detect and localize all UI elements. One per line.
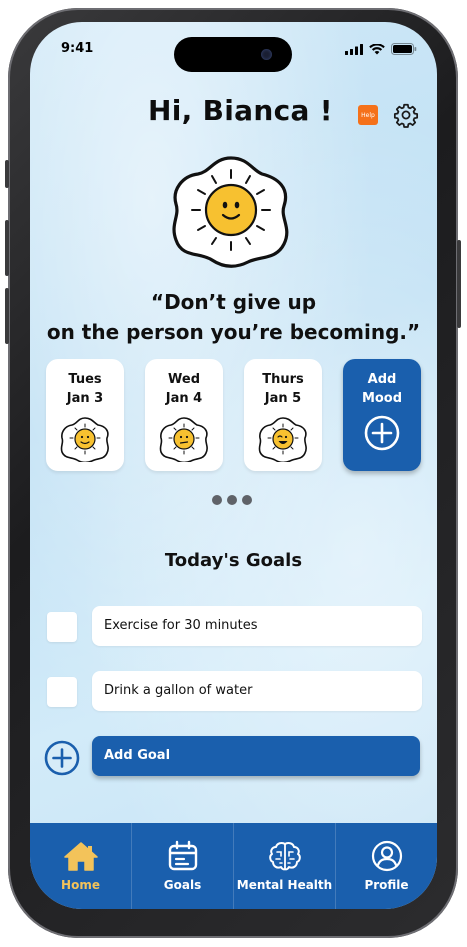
plus-circle-icon xyxy=(364,415,400,451)
goals-section-title: Today's Goals xyxy=(164,550,303,571)
status-icons xyxy=(345,43,417,55)
mood-card-date: Jan 3 xyxy=(66,391,104,406)
signal-icon xyxy=(345,43,363,55)
camera-icon xyxy=(261,49,272,60)
home-icon xyxy=(63,842,98,871)
goal-item[interactable]: Drink a gallon of water xyxy=(92,671,422,711)
winking-egg-icon xyxy=(258,417,307,462)
tab-mental-health-label: Mental Health xyxy=(236,878,333,892)
tab-home-label: Home xyxy=(61,878,100,892)
mood-card[interactable]: Wed Jan 4 xyxy=(145,359,223,471)
mood-card-date: Jan 5 xyxy=(264,391,302,406)
volume-up-button xyxy=(5,220,9,276)
mood-card-label: Wed Jan 4 xyxy=(145,370,223,408)
quote-line-2: on the person you’re becoming.” xyxy=(46,320,421,344)
wifi-icon xyxy=(369,43,385,54)
add-mood-line-1: Add xyxy=(367,372,397,387)
add-goal-label: Add Goal xyxy=(104,748,171,763)
tab-goals-label: Goals xyxy=(163,878,202,892)
brain-icon xyxy=(268,842,301,871)
tab-profile-label: Profile xyxy=(364,878,409,892)
bottom-tab-bar: Home Goals Mental Health Profile xyxy=(30,823,437,909)
mood-card-label: Thurs Jan 5 xyxy=(244,370,322,408)
gear-icon[interactable] xyxy=(393,102,419,128)
tab-mental-health[interactable]: Mental Health xyxy=(234,823,336,909)
mood-card-label: Tues Jan 3 xyxy=(46,370,124,408)
carousel-pagination[interactable] xyxy=(212,495,252,505)
goal-checkbox[interactable] xyxy=(47,677,77,707)
pagination-dot[interactable] xyxy=(227,495,237,505)
sunny-egg-icon xyxy=(172,156,289,268)
volume-down-button xyxy=(5,288,9,344)
goal-item-text: Exercise for 30 minutes xyxy=(104,618,258,633)
help-button[interactable]: Help xyxy=(358,105,378,125)
goal-item[interactable]: Exercise for 30 minutes xyxy=(92,606,422,646)
pagination-dot[interactable] xyxy=(212,495,222,505)
profile-icon xyxy=(371,840,402,872)
add-goal-plus-icon[interactable] xyxy=(44,740,80,776)
happy-egg-icon xyxy=(60,417,109,462)
add-mood-line-2: Mood xyxy=(361,391,403,406)
goal-checkbox[interactable] xyxy=(47,612,77,642)
mood-card-day: Tues xyxy=(68,372,102,387)
app-screen: 9:41 Hi, Bianca ! Help “Don’t give up on… xyxy=(30,22,437,909)
mood-card[interactable]: Thurs Jan 5 xyxy=(244,359,322,471)
tab-profile[interactable]: Profile xyxy=(336,823,437,909)
quote-text: “Don’t give up on the person you’re beco… xyxy=(40,287,427,347)
dynamic-island xyxy=(174,37,292,72)
greeting-title: Hi, Bianca ! xyxy=(148,94,333,127)
tab-home[interactable]: Home xyxy=(30,823,132,909)
action-button xyxy=(5,160,9,188)
mood-card-date: Jan 4 xyxy=(165,391,203,406)
tab-goals[interactable]: Goals xyxy=(132,823,234,909)
battery-icon xyxy=(391,43,417,55)
neutral-egg-icon xyxy=(159,417,208,462)
mood-card[interactable]: Tues Jan 3 xyxy=(46,359,124,471)
add-mood-button[interactable]: Add Mood xyxy=(343,359,421,471)
mood-card-day: Wed xyxy=(168,372,200,387)
goal-item-text: Drink a gallon of water xyxy=(104,683,253,698)
power-button xyxy=(457,240,461,328)
add-goal-button[interactable]: Add Goal xyxy=(92,736,420,776)
add-mood-label: Add Mood xyxy=(343,370,421,408)
status-time: 9:41 xyxy=(61,41,94,56)
pagination-dot[interactable] xyxy=(242,495,252,505)
mood-card-day: Thurs xyxy=(262,372,304,387)
quote-line-1: “Don’t give up xyxy=(150,290,317,314)
calendar-icon xyxy=(168,840,197,871)
